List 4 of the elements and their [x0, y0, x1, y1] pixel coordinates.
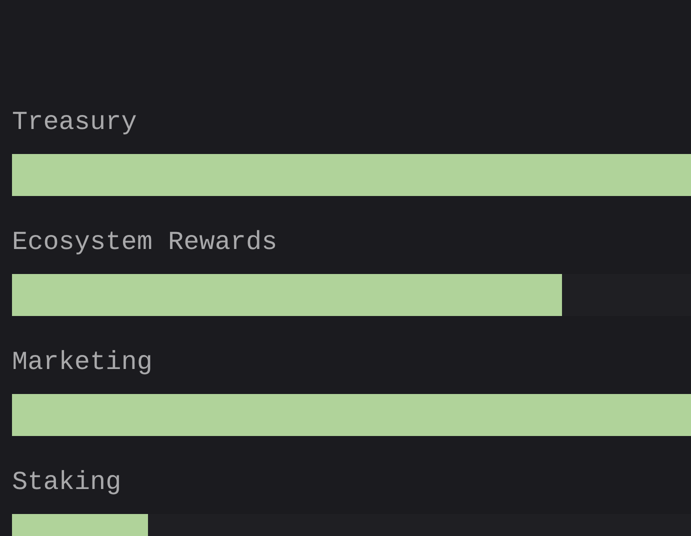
- allocation-label: Marketing: [12, 347, 154, 377]
- allocation-label: Staking: [12, 467, 122, 497]
- allocation-label: Treasury: [12, 107, 138, 137]
- allocation-label: Ecosystem Rewards: [12, 227, 278, 257]
